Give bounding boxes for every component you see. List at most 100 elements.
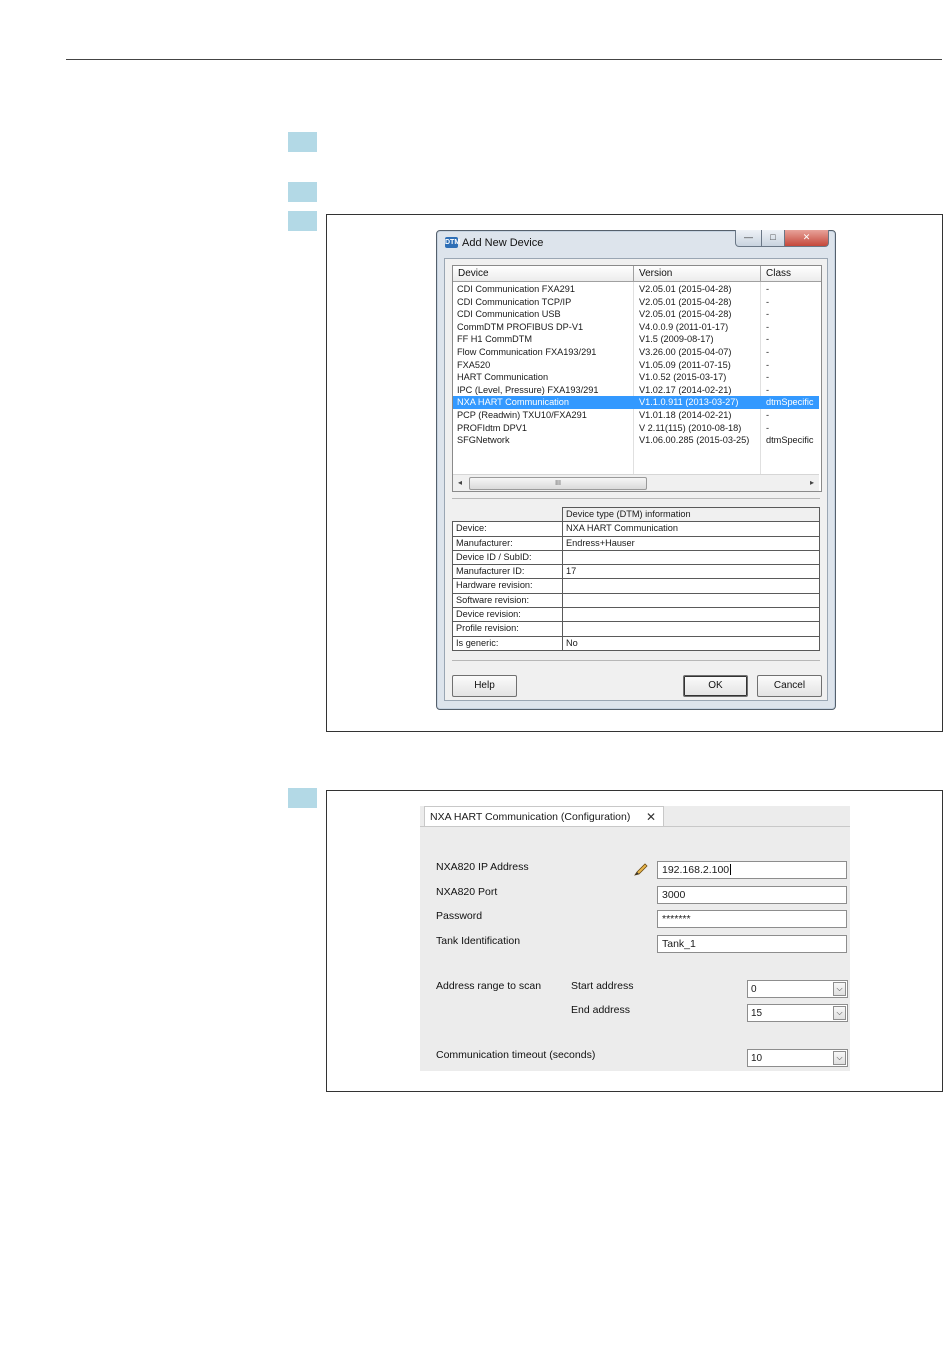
chevron-down-icon[interactable]: ⌵ xyxy=(833,982,846,996)
device-list-row[interactable]: SFGNetwork V1.06.00.285 (2015-03-25) dtmSp… xyxy=(453,434,819,447)
info-row: Manufacturer ID: 17 xyxy=(452,564,820,580)
device-class-cell: - xyxy=(766,284,770,294)
pencil-icon xyxy=(634,863,648,876)
device-name-cell: FF H1 CommDTM xyxy=(457,334,533,345)
maximize-button[interactable]: □ xyxy=(762,230,785,247)
timeout-value: 10 xyxy=(751,1053,763,1064)
device-name-cell: SFGNetwork xyxy=(457,435,510,446)
info-key: Software revision: xyxy=(452,592,563,609)
device-class-cell: - xyxy=(766,296,770,307)
info-key: Profile revision: xyxy=(452,621,563,637)
device-version-cell: V1.02.17 (2014-02-21) xyxy=(639,384,732,395)
device-list-row[interactable]: CDI Communication FXA291 V2.05.01 (2015-0… xyxy=(453,283,819,296)
device-class-cell: - xyxy=(766,321,770,332)
device-class-cell: - xyxy=(766,422,770,433)
device-list-row[interactable]: CDI Communication USB V2.05.01 (2015-04-2… xyxy=(453,308,819,321)
info-value xyxy=(562,578,820,594)
device-list-row[interactable]: FF H1 CommDTM V1.5 (2009-08-17) - xyxy=(453,333,819,346)
device-list-row[interactable]: NXA HART Communication V1.1.0.911 (2013-0… xyxy=(453,396,819,409)
info-row: Profile revision: xyxy=(452,621,820,637)
start-address-label: Start address xyxy=(571,980,634,992)
page-header-rule xyxy=(66,59,942,60)
device-list-row[interactable]: IPC (Level, Pressure) FXA193/291 V1.02.17… xyxy=(453,384,819,397)
horizontal-scrollbar[interactable]: ◂ III ▸ xyxy=(453,474,819,491)
device-class-cell: dtmSpecific xyxy=(766,397,814,408)
info-row: Device ID / SubID: xyxy=(452,549,820,566)
info-key: Device ID / SubID: xyxy=(452,549,563,566)
password-input[interactable]: ******* xyxy=(657,910,847,928)
step-marker-3 xyxy=(288,211,317,231)
device-name-cell: HART Communication xyxy=(457,372,549,383)
ip-address-label: NXA820 IP Address xyxy=(436,861,529,873)
column-header-device[interactable]: Device xyxy=(453,266,634,282)
device-list-row[interactable]: CDI Communication TCP/IP V2.05.01 (2015-0… xyxy=(453,296,819,309)
info-value: Endress+Hauser xyxy=(562,535,820,551)
end-address-value: 15 xyxy=(751,1008,763,1019)
timeout-select[interactable]: 10 ⌵ xyxy=(747,1049,848,1067)
ip-address-input[interactable]: 192.168.2.100 xyxy=(657,861,847,879)
close-tab-icon[interactable]: ✕ xyxy=(646,807,656,828)
port-input[interactable]: 3000 xyxy=(657,886,847,904)
info-header: Device type (DTM) information xyxy=(562,506,820,523)
separator xyxy=(452,660,820,661)
device-version-cell: V2.05.01 (2015-04-28) xyxy=(639,284,732,294)
device-version-cell: V1.1.0.911 (2013-03-27) xyxy=(639,397,739,408)
close-button[interactable]: ✕ xyxy=(785,230,829,247)
device-list-row[interactable]: PROFIdtm DPV1 V 2.11(115) (2010-08-18) - xyxy=(453,422,819,435)
tank-identification-label: Tank Identification xyxy=(436,935,521,947)
device-info-table: Device type (DTM) information Device: NXA… xyxy=(452,506,820,651)
scrollbar-thumb[interactable]: III xyxy=(469,477,647,490)
step-marker-2 xyxy=(288,182,317,202)
separator xyxy=(452,498,820,499)
device-version-cell: V 2.11(115) (2010-08-18) xyxy=(639,422,742,433)
info-row: Hardware revision: xyxy=(452,578,820,594)
device-version-cell: V2.05.01 (2015-04-28) xyxy=(639,309,732,320)
configuration-panel: NXA HART Communication (Configuration) ✕… xyxy=(420,806,850,1071)
tank-identification-input[interactable]: Tank_1 xyxy=(657,935,847,953)
info-key: Manufacturer: xyxy=(452,535,563,551)
device-name-cell: Flow Communication FXA193/291 xyxy=(457,346,597,357)
device-version-cell: V3.26.00 (2015-04-07) xyxy=(639,346,732,357)
start-address-value: 0 xyxy=(751,984,757,995)
step-marker-4 xyxy=(288,788,317,808)
timeout-label: Communication timeout (seconds) xyxy=(436,1049,596,1061)
help-button[interactable]: Help xyxy=(452,675,517,697)
info-key: Hardware revision: xyxy=(452,578,563,594)
device-name-cell: IPC (Level, Pressure) FXA193/291 xyxy=(457,384,599,395)
port-label: NXA820 Port xyxy=(436,886,498,898)
chevron-down-icon[interactable]: ⌵ xyxy=(833,1006,846,1020)
device-list-row[interactable]: FXA520 V1.05.09 (2011-07-15) - xyxy=(453,359,819,372)
device-class-cell: dtmSpecific xyxy=(766,435,814,446)
info-value xyxy=(562,549,820,566)
device-name-cell: PCP (Readwin) TXU10/FXA291 xyxy=(457,409,587,420)
chevron-down-icon[interactable]: ⌵ xyxy=(833,1051,846,1065)
device-version-cell: V1.05.09 (2011-07-15) xyxy=(639,359,731,370)
info-key: Device revision: xyxy=(452,607,563,623)
column-header-class[interactable]: Class xyxy=(761,266,821,282)
start-address-select[interactable]: 0 ⌵ xyxy=(747,980,848,998)
end-address-label: End address xyxy=(571,1004,630,1016)
ok-button[interactable]: OK xyxy=(683,675,748,697)
device-name-cell: CDI Communication FXA291 xyxy=(457,284,575,294)
scroll-left-arrow-icon[interactable]: ◂ xyxy=(453,475,467,491)
device-list-row[interactable]: HART Communication V1.0.52 (2015-03-17) - xyxy=(453,371,819,384)
device-list[interactable]: Device Version Class CDI Communication F… xyxy=(452,265,822,492)
minimize-button[interactable]: — xyxy=(735,230,762,247)
tab-title: NXA HART Communication (Configuration) xyxy=(430,811,631,823)
device-name-cell: CDI Communication TCP/IP xyxy=(457,296,572,307)
info-key: Is generic: xyxy=(452,635,563,651)
info-row: Is generic: No xyxy=(452,635,820,651)
tab-configuration[interactable]: NXA HART Communication (Configuration) ✕ xyxy=(424,806,664,826)
cancel-button[interactable]: Cancel xyxy=(757,675,822,697)
info-row: Device: NXA HART Communication xyxy=(452,521,820,537)
end-address-select[interactable]: 15 ⌵ xyxy=(747,1004,848,1022)
scroll-right-arrow-icon[interactable]: ▸ xyxy=(805,475,819,491)
add-new-device-dialog: DTM Add New Device — □ ✕ Device Version … xyxy=(436,230,836,710)
device-list-row[interactable]: PCP (Readwin) TXU10/FXA291 V1.01.18 (2014… xyxy=(453,409,819,422)
dialog-body: Device Version Class CDI Communication F… xyxy=(444,258,828,701)
ip-address-value: 192.168.2.100 xyxy=(662,864,730,876)
device-list-row[interactable]: CommDTM PROFIBUS DP-V1 V4.0.0.9 (2011-01-… xyxy=(453,321,819,334)
device-list-row[interactable]: Flow Communication FXA193/291 V3.26.00 (2… xyxy=(453,346,819,359)
device-name-cell: CommDTM PROFIBUS DP-V1 xyxy=(457,321,584,332)
column-header-version[interactable]: Version xyxy=(634,266,761,282)
